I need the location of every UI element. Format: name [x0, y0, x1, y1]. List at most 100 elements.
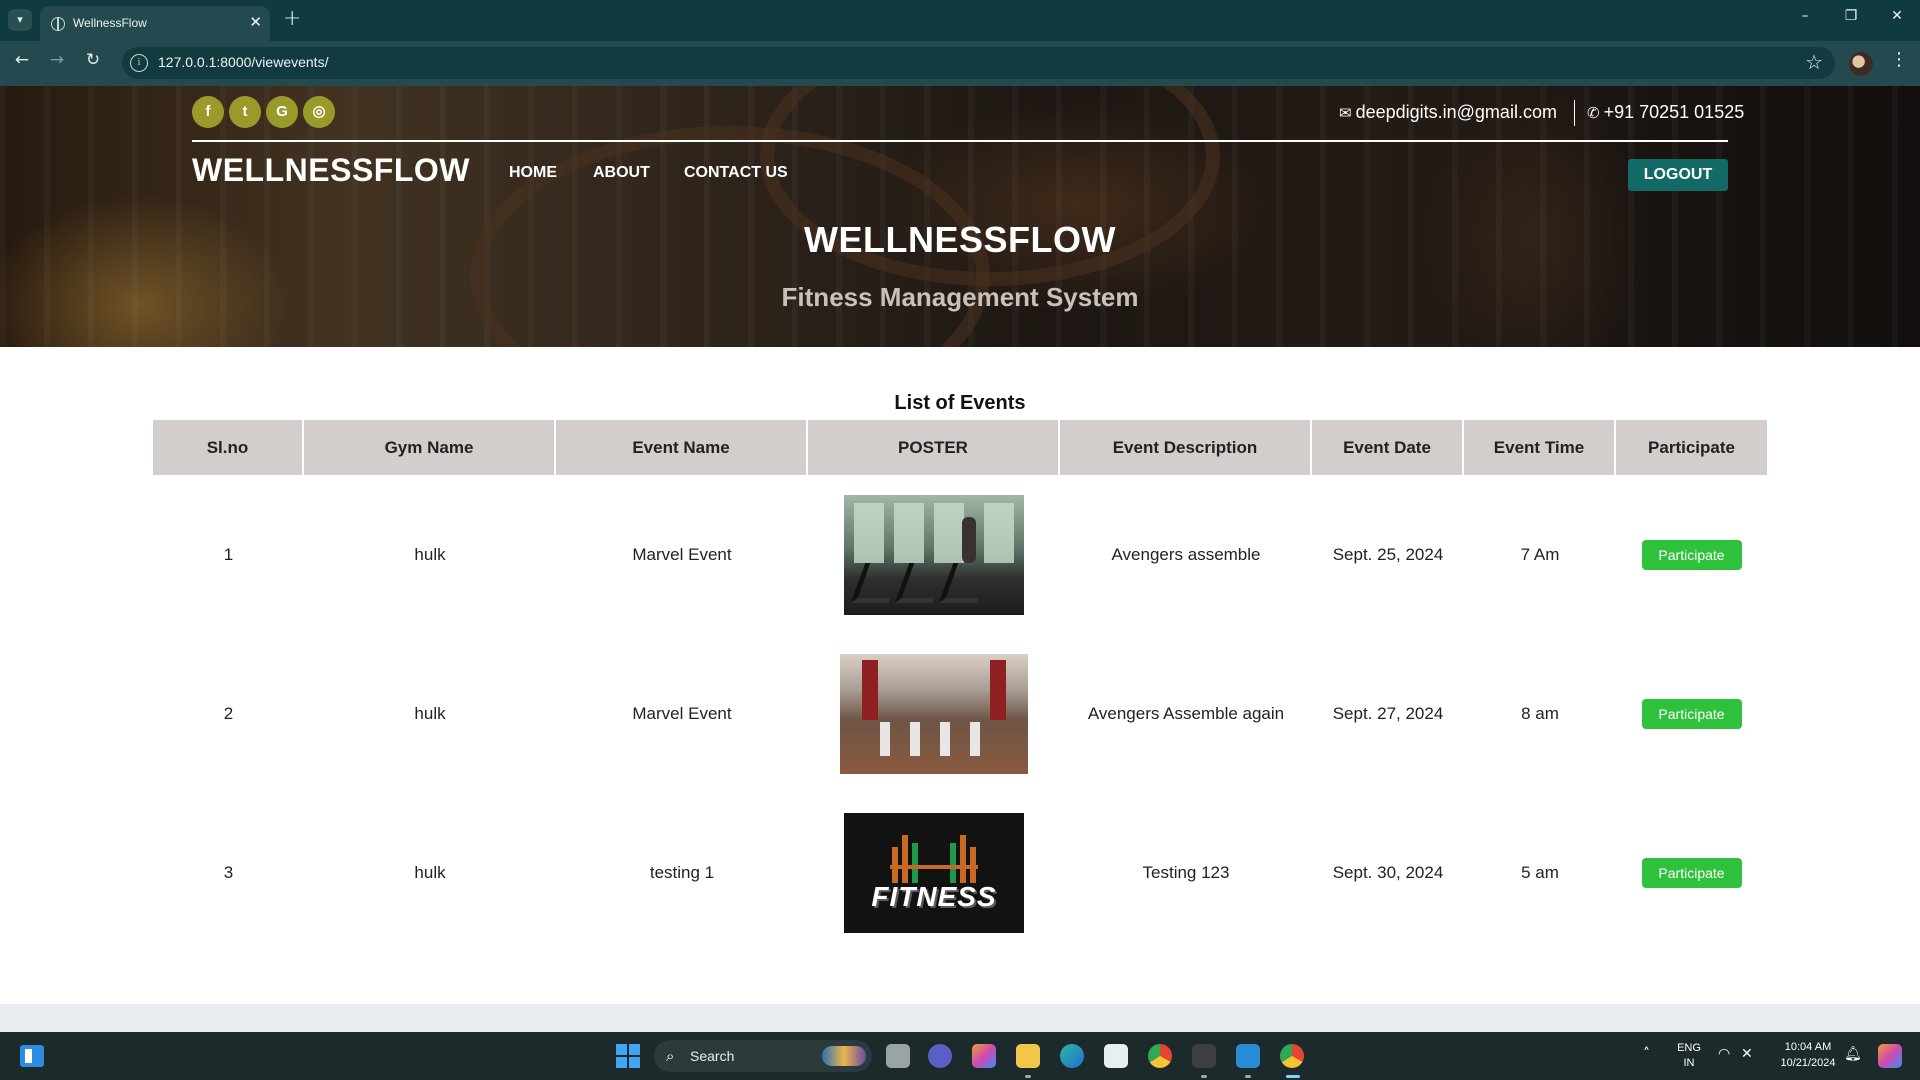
taskbar: ⌕ Search ˄ ENG IN ◠ ✕ 10:04 AM 10/21/202… — [0, 1032, 1920, 1080]
time-cell: 8 am — [1521, 703, 1559, 723]
running-indicator — [1025, 1075, 1031, 1078]
chevron-down-icon[interactable]: ▾ — [8, 9, 32, 31]
poster-pillar — [990, 659, 1006, 720]
store-icon[interactable] — [1104, 1044, 1128, 1068]
gym-name-cell: hulk — [414, 862, 446, 882]
column-header: Event Description — [1060, 420, 1312, 475]
event-name-cell: testing 1 — [649, 862, 715, 882]
close-window-icon[interactable]: ✕ — [1882, 8, 1912, 24]
close-tab-icon[interactable]: ✕ — [249, 13, 262, 31]
minimize-icon[interactable]: – — [1790, 8, 1820, 24]
kebab-menu-icon[interactable]: ⋮ — [1890, 49, 1908, 70]
active-indicator — [1286, 1075, 1300, 1078]
slno-cell: 2 — [223, 703, 234, 723]
clock-time[interactable]: 10:04 AM — [1768, 1041, 1848, 1053]
table-header-row: Sl.no Gym Name Event Name POSTER Event D… — [153, 420, 1767, 475]
facebook-icon[interactable]: f — [192, 96, 224, 128]
edge-icon[interactable] — [1060, 1044, 1084, 1068]
contact-email[interactable]: ✉ deepdigits.in@gmail.com — [1339, 102, 1557, 123]
date-cell: Sept. 27, 2024 — [1332, 703, 1444, 723]
gym-name-cell: hulk — [414, 544, 446, 564]
wifi-icon[interactable]: ◠ — [1718, 1046, 1730, 1062]
gym-name-cell: hulk — [414, 703, 446, 723]
logout-button[interactable]: LOGOUT — [1628, 159, 1728, 191]
clock-date[interactable]: 10/21/2024 — [1768, 1057, 1848, 1069]
chrome-icon[interactable] — [1148, 1044, 1172, 1068]
participate-cell: Participate — [1616, 793, 1767, 952]
bookmark-star-icon[interactable]: ☆ — [1805, 50, 1823, 74]
time-cell: 5 am — [1521, 862, 1559, 882]
vscode-icon[interactable] — [1236, 1044, 1260, 1068]
running-indicator — [1245, 1075, 1251, 1078]
region-indicator[interactable]: IN — [1674, 1057, 1704, 1069]
volume-muted-icon[interactable]: ✕ — [1741, 1046, 1753, 1062]
running-indicator — [1201, 1075, 1207, 1078]
poster-window — [984, 502, 1014, 563]
poster-window — [934, 502, 964, 563]
google-icon[interactable]: G — [266, 96, 298, 128]
copilot-icon[interactable] — [972, 1044, 996, 1068]
mail-icon: ✉ — [1339, 105, 1352, 122]
teams-icon[interactable] — [928, 1044, 952, 1068]
event-name-cell: Marvel Event — [632, 544, 732, 564]
date-cell: Sept. 25, 2024 — [1332, 544, 1444, 564]
time-cell: 7 Am — [1520, 544, 1560, 564]
poster-window — [854, 502, 884, 563]
column-header: Event Time — [1464, 420, 1616, 475]
profile-avatar[interactable] — [1849, 52, 1873, 76]
taskbar-search[interactable]: ⌕ Search — [654, 1040, 872, 1072]
description-cell: Testing 123 — [1142, 862, 1230, 882]
poster-bar-graphic — [950, 842, 956, 883]
hero-subtitle: Fitness Management System — [781, 282, 1139, 312]
forward-icon[interactable]: → — [43, 50, 71, 70]
chevron-up-icon[interactable]: ˄ — [1643, 1046, 1650, 1062]
poster-equipment — [880, 721, 890, 756]
hero-banner: f t G ◎ ✉ deepdigits.in@gmail.com ✆ +91 70… — [0, 86, 1920, 347]
email-text: deepdigits.in@gmail.com — [1355, 102, 1557, 122]
column-header: Gym Name — [304, 420, 556, 475]
site-info-icon[interactable]: i — [130, 54, 148, 72]
task-view-icon[interactable] — [886, 1044, 910, 1068]
browser-toolbar: ← → ↻ i 127.0.0.1:8000/viewevents/ ☆ ⋮ — [0, 41, 1920, 86]
windows-start-icon[interactable] — [616, 1044, 640, 1068]
twitter-icon[interactable]: t — [229, 96, 261, 128]
instagram-icon[interactable]: ◎ — [303, 96, 335, 128]
poster-runner — [962, 516, 976, 563]
poster-bar-graphic — [902, 834, 908, 883]
participate-button[interactable]: Participate — [1641, 857, 1742, 888]
description-cell: Avengers Assemble again — [1087, 703, 1285, 723]
participate-button[interactable]: Participate — [1641, 698, 1742, 729]
back-icon[interactable]: ← — [8, 50, 36, 70]
url-text[interactable]: 127.0.0.1:8000/viewevents/ — [158, 54, 328, 70]
new-tab-icon[interactable]: + — [283, 6, 301, 31]
column-header: Event Date — [1312, 420, 1464, 475]
chrome-active-icon[interactable] — [1280, 1044, 1304, 1068]
browser-tab[interactable]: WellnessFlow ✕ — [40, 6, 270, 41]
phone-icon: ✆ — [1587, 105, 1600, 122]
table-row: 1 hulk Marvel Event Avengers assemble Se… — [153, 475, 1767, 634]
contact-phone[interactable]: ✆ +91 70251 01525 — [1587, 102, 1744, 123]
poster-equipment — [940, 721, 950, 756]
copilot-tray-icon[interactable] — [1878, 1044, 1902, 1068]
nav-contact-us[interactable]: CONTACT US — [684, 164, 788, 182]
participate-button[interactable]: Participate — [1641, 539, 1742, 570]
address-bar[interactable]: i 127.0.0.1:8000/viewevents/ ☆ — [122, 47, 1835, 79]
globe-icon — [51, 17, 65, 31]
poster-treadmill — [938, 562, 992, 603]
brand-logo[interactable]: WELLNESSFLOW — [192, 152, 470, 189]
notification-bell-icon[interactable]: 🔔︎ — [1844, 1046, 1862, 1062]
column-header: Event Name — [556, 420, 808, 475]
widgets-icon[interactable] — [20, 1045, 44, 1067]
language-indicator[interactable]: ENG — [1674, 1042, 1704, 1054]
nav-about[interactable]: ABOUT — [593, 164, 650, 182]
file-explorer-icon[interactable] — [1016, 1044, 1040, 1068]
search-highlight-icon — [822, 1046, 866, 1066]
nav-home[interactable]: HOME — [509, 164, 557, 182]
search-placeholder: Search — [690, 1048, 735, 1064]
terminal-icon[interactable] — [1192, 1044, 1216, 1068]
reload-icon[interactable]: ↻ — [79, 50, 107, 70]
browser-tab-bar: ▾ WellnessFlow ✕ + – ❐ ✕ — [0, 0, 1920, 41]
event-poster-image — [844, 494, 1024, 615]
restore-icon[interactable]: ❐ — [1836, 8, 1866, 24]
event-name-cell: Marvel Event — [632, 703, 732, 723]
